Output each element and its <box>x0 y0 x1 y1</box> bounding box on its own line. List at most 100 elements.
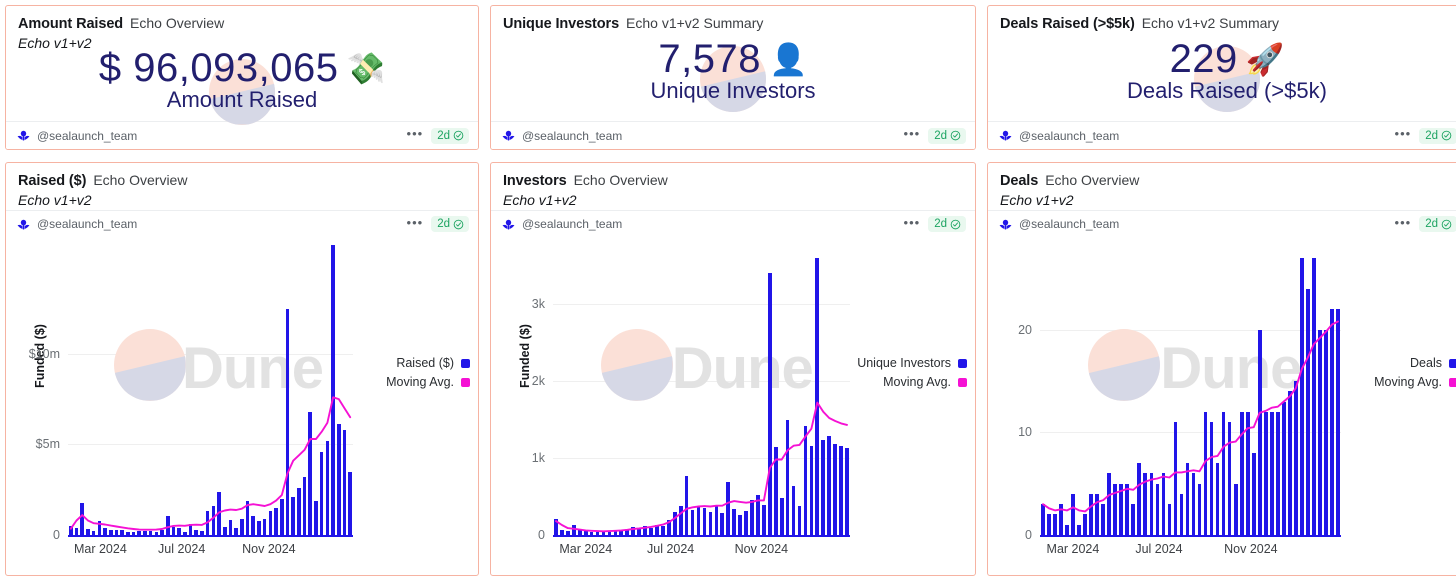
legend-swatch <box>1449 358 1456 368</box>
legend-swatch <box>461 377 470 387</box>
legend-swatch <box>461 358 470 368</box>
card-header: Raised ($) Echo Overview Echo v1+v2 <box>6 163 478 210</box>
card-context-label: Echo v1+v2 <box>1000 192 1074 208</box>
card-subtitle: Echo Overview <box>130 15 225 31</box>
card-header: Investors Echo Overview Echo v1+v2 <box>491 163 975 210</box>
sealaunch-logo-icon <box>999 130 1012 141</box>
rocket-emoji: 🚀 <box>1245 42 1285 78</box>
moving-average-line <box>69 396 352 531</box>
card-title: Deals <box>1000 173 1039 189</box>
card-footer: @sealaunch_team ••• 2d <box>988 121 1456 149</box>
stat-value: 7,578 <box>658 37 761 81</box>
chart-legend: Raised ($) Moving Avg. <box>386 356 470 389</box>
stat-value-group: 229 🚀 Deals Raised (>$5k) <box>988 37 1456 104</box>
card-header: Deals Echo Overview Echo v1+v2 <box>988 163 1456 210</box>
legend-swatch <box>1449 377 1456 387</box>
sealaunch-logo-icon <box>502 130 515 141</box>
x-axis-tick-label: Mar 2024 <box>559 542 613 556</box>
chart-card-raised[interactable]: Raised ($) Echo Overview Echo v1+v2 Funde… <box>5 162 479 576</box>
card-footer: @sealaunch_team ••• 2d <box>6 121 478 149</box>
legend-label: Moving Avg. <box>386 375 454 390</box>
stat-caption: Unique Investors <box>650 78 816 104</box>
bust-in-silhouette-emoji: 👤 <box>769 42 808 78</box>
check-circle-icon <box>453 130 464 141</box>
stat-value: 229 <box>1169 37 1238 81</box>
stat-card-deals-raised[interactable]: Deals Raised (>$5k) Echo v1+v2 Summary 22… <box>987 5 1456 150</box>
card-title: Raised ($) <box>18 173 87 189</box>
legend-swatch <box>958 377 967 387</box>
money-with-wings-emoji: 💸 <box>346 50 386 86</box>
stat-card-unique-investors[interactable]: Unique Investors Echo v1+v2 Summary 7,578… <box>490 5 976 150</box>
chart-canvas[interactable]: Funded ($) 0 1k 2k 3k Dune Mar 2024 Jul 2024 Nov… <box>491 209 975 575</box>
chart-legend: Deals Moving Avg. <box>1374 356 1456 389</box>
x-axis-tick-label: Jul 2024 <box>647 542 695 556</box>
legend-label: Unique Investors <box>857 356 951 371</box>
legend-item[interactable]: Raised ($) <box>396 356 470 370</box>
x-axis-tick-label: Nov 2024 <box>1224 542 1278 556</box>
card-title: Unique Investors <box>503 16 620 32</box>
card-header: Unique Investors Echo v1+v2 Summary <box>491 6 975 34</box>
freshness-badge: 2d <box>431 127 469 144</box>
moving-average-line <box>1042 320 1339 513</box>
legend-item[interactable]: Deals <box>1410 356 1456 370</box>
legend-label: Moving Avg. <box>1374 375 1442 390</box>
legend-item[interactable]: Unique Investors <box>857 356 967 370</box>
stat-body: $ 96,093,065 💸 Amount Raised <box>6 46 478 125</box>
stat-body: 229 🚀 Deals Raised (>$5k) <box>988 34 1456 121</box>
legend-label: Raised ($) <box>396 356 454 371</box>
chart-legend: Unique Investors Moving Avg. <box>857 356 967 389</box>
card-subtitle: Echo Overview <box>1045 172 1140 188</box>
age-text: 2d <box>1425 129 1438 142</box>
check-circle-icon <box>1441 130 1452 141</box>
x-axis-tick-label: Nov 2024 <box>242 542 296 556</box>
freshness-badge: 2d <box>928 127 966 144</box>
dashboard-page: Amount Raised Echo Overview Echo v1+v2 $ … <box>0 0 1456 581</box>
x-axis-tick-label: Nov 2024 <box>734 542 789 556</box>
card-footer: @sealaunch_team ••• 2d <box>491 121 975 149</box>
stat-body: 7,578 👤 Unique Investors <box>491 34 975 121</box>
x-axis-tick-label: Mar 2024 <box>73 542 127 556</box>
author-handle[interactable]: @sealaunch_team <box>1019 129 1119 143</box>
freshness-badge: 2d <box>1419 127 1456 144</box>
legend-swatch <box>958 358 967 368</box>
card-subtitle: Echo v1+v2 Summary <box>1141 15 1280 31</box>
card-context-label: Echo v1+v2 <box>503 192 577 208</box>
chart-canvas[interactable]: Funded ($) 0 $5m $10m Dune Mar 2024 Jul 2024 No… <box>6 209 478 575</box>
stat-card-amount-raised[interactable]: Amount Raised Echo Overview Echo v1+v2 $ … <box>5 5 479 150</box>
card-header: Deals Raised (>$5k) Echo v1+v2 Summary <box>988 6 1456 34</box>
card-subtitle: Echo Overview <box>93 172 188 188</box>
author-handle[interactable]: @sealaunch_team <box>37 129 137 143</box>
x-axis-tick-label: Jul 2024 <box>1135 542 1183 556</box>
card-context-label: Echo v1+v2 <box>18 192 92 208</box>
legend-item[interactable]: Moving Avg. <box>1374 375 1456 389</box>
stat-caption: Deals Raised (>$5k) <box>1127 78 1327 104</box>
card-title: Investors <box>503 173 567 189</box>
moving-average-line <box>555 401 848 533</box>
more-options-icon[interactable]: ••• <box>904 127 921 144</box>
stat-value-group: $ 96,093,065 💸 Amount Raised <box>6 45 478 112</box>
card-title: Amount Raised <box>18 16 124 32</box>
card-grid: Amount Raised Echo Overview Echo v1+v2 $ … <box>0 0 1456 581</box>
card-subtitle: Echo v1+v2 Summary <box>626 15 764 31</box>
age-text: 2d <box>934 129 947 142</box>
more-options-icon[interactable]: ••• <box>407 127 424 144</box>
stat-value: $ 96,093,065 <box>98 45 339 90</box>
check-circle-icon <box>950 130 961 141</box>
sealaunch-logo-icon <box>17 130 30 141</box>
stat-value-group: 7,578 👤 Unique Investors <box>491 37 975 104</box>
author-handle[interactable]: @sealaunch_team <box>522 129 622 143</box>
legend-item[interactable]: Moving Avg. <box>883 375 967 389</box>
card-subtitle: Echo Overview <box>573 172 668 188</box>
age-text: 2d <box>437 129 450 142</box>
stat-caption: Amount Raised <box>166 86 318 112</box>
x-axis-tick-label: Mar 2024 <box>1046 542 1100 556</box>
more-options-icon[interactable]: ••• <box>1395 127 1412 144</box>
chart-card-investors[interactable]: Investors Echo Overview Echo v1+v2 Funded… <box>490 162 976 576</box>
legend-label: Deals <box>1410 356 1442 371</box>
card-title: Deals Raised (>$5k) <box>1000 16 1135 32</box>
legend-item[interactable]: Moving Avg. <box>386 375 470 389</box>
chart-card-deals[interactable]: Deals Echo Overview Echo v1+v2 0 10 20 Dune M… <box>987 162 1456 576</box>
x-axis-tick-label: Jul 2024 <box>158 542 206 556</box>
legend-label: Moving Avg. <box>883 375 951 390</box>
chart-canvas[interactable]: 0 10 20 Dune Mar 2024 Jul 2024 Nov 2024 Deals Mo… <box>988 209 1456 575</box>
